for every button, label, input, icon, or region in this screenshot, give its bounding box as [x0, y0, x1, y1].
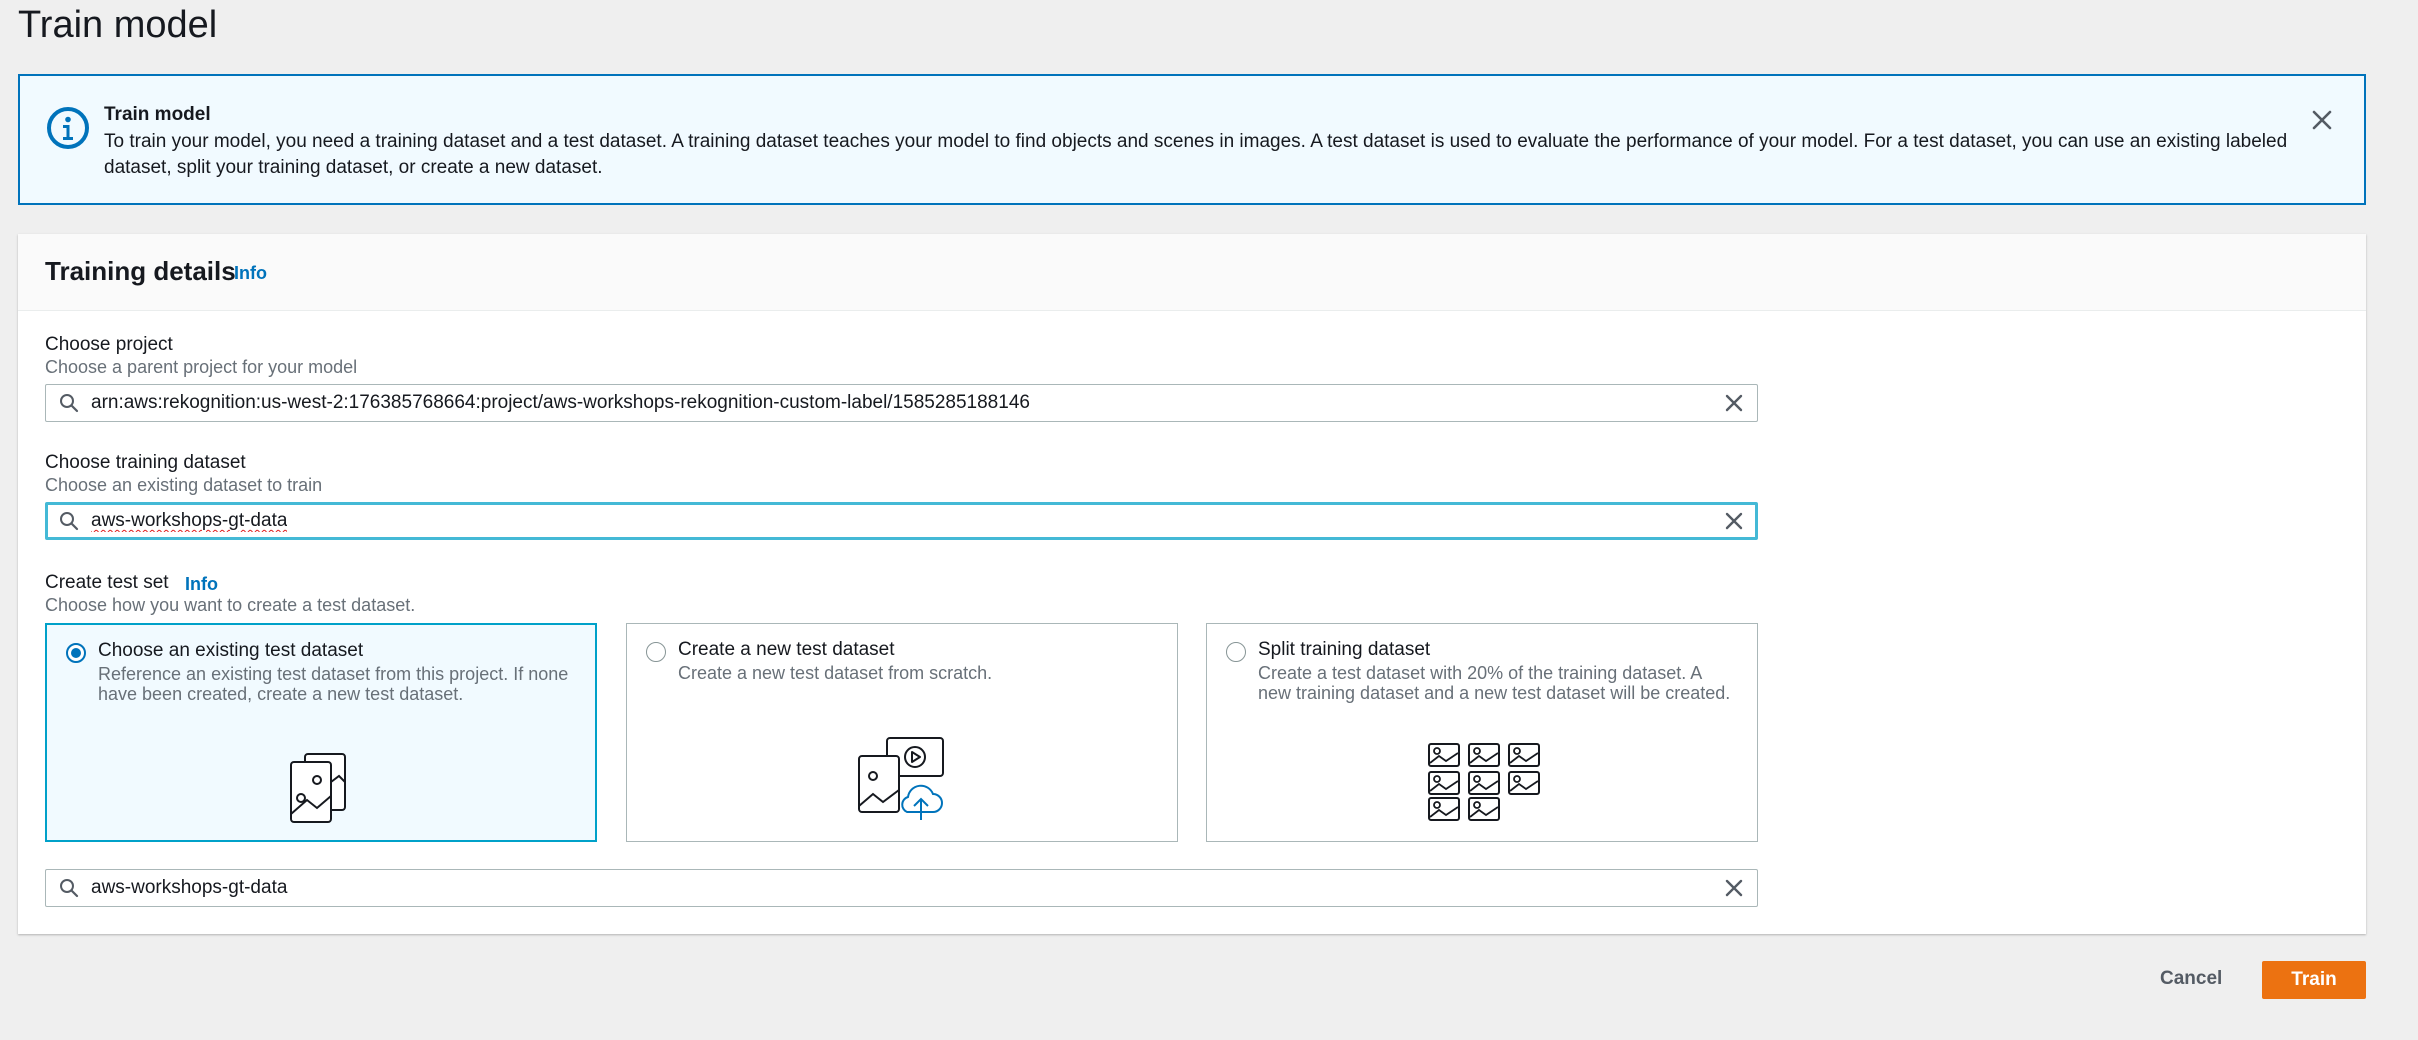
- search-icon: [60, 394, 79, 413]
- search-icon: [60, 512, 79, 531]
- banner-title: Train model: [104, 104, 211, 125]
- clear-icon[interactable]: [1723, 510, 1745, 532]
- tile-description: Reference an existing test dataset from …: [98, 664, 569, 704]
- page-title: Train model: [18, 4, 218, 46]
- training-details-panel: Training details Info Choose project Cho…: [18, 234, 2366, 934]
- project-input[interactable]: arn:aws:rekognition:us-west-2:1763857686…: [45, 384, 1758, 422]
- tile-existing-test-dataset[interactable]: Choose an existing test dataset Referenc…: [45, 623, 597, 842]
- training-dataset-input-value[interactable]: aws-workshops-gt-data: [91, 510, 287, 532]
- training-dataset-label: Choose training dataset: [45, 452, 246, 473]
- media-upload-icon: [858, 737, 944, 820]
- image-grid-icon: [1428, 743, 1540, 821]
- tile-new-test-dataset[interactable]: Create a new test dataset Create a new t…: [626, 623, 1178, 842]
- tile-title: Split training dataset: [1258, 639, 1431, 660]
- test-set-label: Create test set: [45, 572, 169, 593]
- clear-icon[interactable]: [1723, 392, 1745, 414]
- tile-title: Choose an existing test dataset: [98, 640, 364, 661]
- clear-icon[interactable]: [1723, 877, 1745, 899]
- training-dataset-description: Choose an existing dataset to train: [45, 475, 323, 495]
- image-stack-icon: [290, 753, 346, 823]
- training-dataset-input[interactable]: aws-workshops-gt-data: [45, 502, 1758, 540]
- training-details-info-link[interactable]: Info: [234, 263, 267, 284]
- info-circle-icon: [47, 107, 89, 149]
- train-button[interactable]: Train: [2262, 961, 2366, 999]
- tile-title: Create a new test dataset: [678, 639, 895, 660]
- tile-description: Create a test dataset with 20% of the tr…: [1258, 663, 1731, 703]
- radio-split-training-dataset[interactable]: [1226, 642, 1246, 662]
- panel-header: Training details Info: [18, 234, 2366, 311]
- project-description: Choose a parent project for your model: [45, 357, 358, 377]
- panel-title: Training details: [45, 256, 236, 286]
- info-banner: Train model To train your model, you nee…: [18, 74, 2366, 205]
- cancel-button[interactable]: Cancel: [2160, 968, 2222, 990]
- radio-new-test-dataset[interactable]: [646, 642, 666, 662]
- search-icon: [60, 879, 79, 898]
- test-set-info-link[interactable]: Info: [185, 574, 218, 595]
- radio-existing-test-dataset[interactable]: [66, 643, 86, 663]
- close-icon[interactable]: [2308, 106, 2336, 134]
- tile-split-training-dataset[interactable]: Split training dataset Create a test dat…: [1206, 623, 1758, 842]
- test-dataset-input[interactable]: aws-workshops-gt-data: [45, 869, 1758, 907]
- banner-text: To train your model, you need a training…: [104, 131, 2288, 178]
- tile-description: Create a new test dataset from scratch.: [678, 663, 993, 683]
- test-set-description: Choose how you want to create a test dat…: [45, 595, 416, 615]
- project-label: Choose project: [45, 334, 173, 355]
- test-dataset-input-value[interactable]: aws-workshops-gt-data: [91, 877, 1723, 899]
- project-input-value[interactable]: arn:aws:rekognition:us-west-2:1763857686…: [91, 392, 1723, 414]
